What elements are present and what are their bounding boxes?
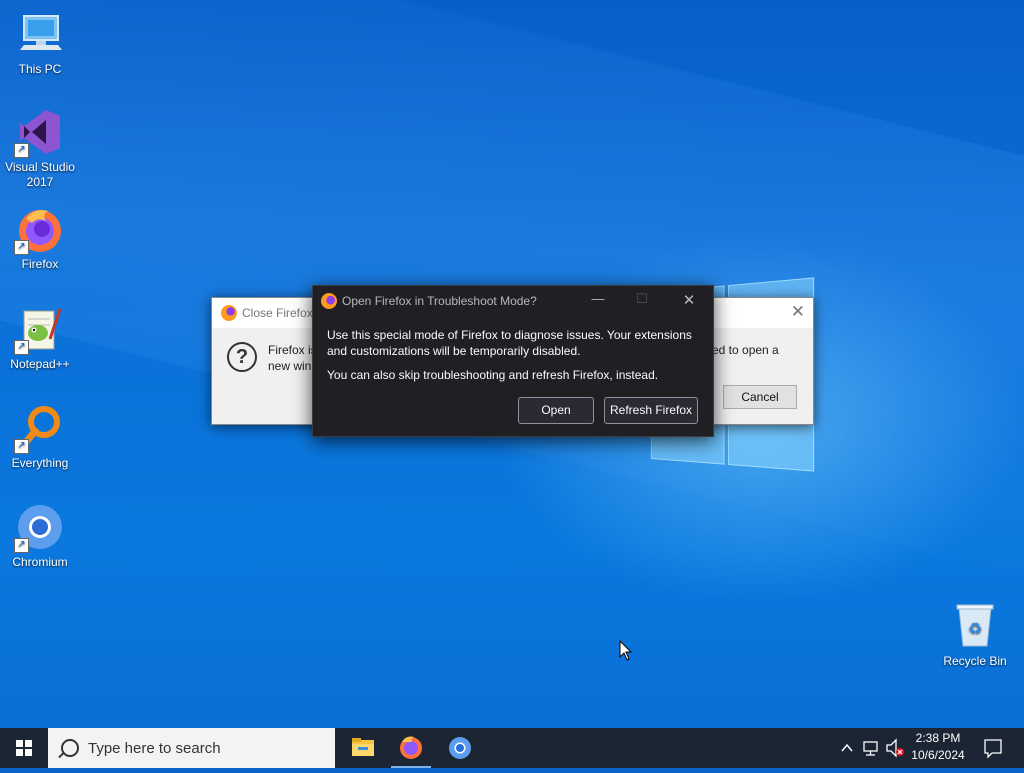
chromium-icon: ↗ <box>14 503 64 553</box>
dialog-message: Firefox is <box>268 343 317 357</box>
desktop-icon-label: Visual Studio 2017 <box>5 160 75 189</box>
desktop-icon-this-pc[interactable]: This PC <box>0 10 80 77</box>
notification-icon <box>984 739 1002 759</box>
volume-button[interactable] <box>884 728 906 768</box>
taskbar: Type here to search 2:38 PM 10/6/2024 <box>0 728 1024 768</box>
dialog-message: new win <box>268 359 312 373</box>
desktop-icon-label: Everything <box>11 456 69 470</box>
clock-date: 10/6/2024 <box>911 748 965 762</box>
shortcut-arrow-icon: ↗ <box>14 439 29 454</box>
desktop-icon-label: Recycle Bin <box>943 654 1007 668</box>
open-button[interactable]: Open <box>518 397 594 424</box>
troubleshoot-mode-dialog: Open Firefox in Troubleshoot Mode? — ☐ ✕… <box>312 285 714 437</box>
desktop-icon-everything[interactable]: ↗ Everything <box>0 404 80 471</box>
network-icon <box>863 741 878 756</box>
shortcut-arrow-icon: ↗ <box>14 340 29 355</box>
taskbar-firefox[interactable] <box>387 728 435 768</box>
desktop-icon-chromium[interactable]: ↗ Chromium <box>0 503 80 570</box>
action-center-button[interactable] <box>978 728 1008 768</box>
clock-time: 2:38 PM <box>915 731 961 745</box>
network-status-button[interactable] <box>860 728 882 768</box>
firefox-icon: ↗ <box>14 205 64 255</box>
cancel-button[interactable]: Cancel <box>723 385 797 409</box>
start-button[interactable] <box>0 728 48 768</box>
everything-icon: ↗ <box>14 404 64 454</box>
close-icon[interactable]: ✕ <box>791 302 805 322</box>
visual-studio-icon: ↗ <box>14 108 64 158</box>
shortcut-arrow-icon: ↗ <box>14 538 29 553</box>
desktop-icon-firefox[interactable]: ↗ Firefox <box>0 205 80 272</box>
desktop-icon-label: Notepad++ <box>10 357 70 371</box>
search-placeholder: Type here to search <box>88 740 221 757</box>
dialog-title: Close Firefox <box>242 306 313 320</box>
taskbar-file-explorer[interactable] <box>339 728 387 768</box>
dialog-title: Open Firefox in Troubleshoot Mode? <box>342 294 537 308</box>
refresh-firefox-button[interactable]: Refresh Firefox <box>604 397 698 424</box>
desktop-icon-notepadpp[interactable]: ↗ Notepad++ <box>0 305 80 372</box>
search-icon <box>61 739 79 757</box>
file-explorer-icon <box>352 738 374 756</box>
question-icon: ? <box>227 342 257 372</box>
chromium-icon <box>449 737 471 759</box>
svg-text:♻: ♻ <box>968 619 982 638</box>
minimize-button[interactable]: — <box>583 291 613 306</box>
shortcut-arrow-icon: ↗ <box>14 240 29 255</box>
close-button[interactable]: ✕ <box>674 291 704 309</box>
dialog-secondary-text: You can also skip troubleshooting and re… <box>327 368 659 382</box>
mouse-cursor-icon <box>619 640 633 661</box>
desktop-icon-visual-studio[interactable]: ↗ Visual Studio 2017 <box>0 108 80 190</box>
volume-muted-icon <box>886 738 904 758</box>
shortcut-arrow-icon: ↗ <box>14 143 29 158</box>
maximize-button[interactable]: ☐ <box>627 291 657 307</box>
firefox-icon <box>221 305 237 321</box>
firefox-icon <box>321 293 337 309</box>
desktop-icon-label: Firefox <box>21 257 59 271</box>
desktop-icon-recycle-bin[interactable]: ♻ Recycle Bin <box>935 602 1015 669</box>
show-hidden-icons-button[interactable] <box>838 728 856 768</box>
recycle-bin-icon: ♻ <box>951 602 999 650</box>
dialog-titlebar: Open Firefox in Troubleshoot Mode? — ☐ ✕ <box>313 286 713 314</box>
taskbar-clock[interactable]: 2:38 PM 10/6/2024 <box>905 730 971 764</box>
taskbar-search-box[interactable]: Type here to search <box>48 728 335 768</box>
chevron-up-icon <box>841 743 853 752</box>
dialog-description: Use this special mode of Firefox to diag… <box>327 328 692 358</box>
computer-icon <box>16 10 64 58</box>
desktop-icon-label: This PC <box>18 62 62 76</box>
firefox-icon <box>400 736 422 759</box>
notepadpp-icon: ↗ <box>14 305 64 355</box>
taskbar-chromium[interactable] <box>436 728 484 768</box>
dialog-message: sed to open a <box>706 343 779 357</box>
desktop-icon-label: Chromium <box>12 555 68 569</box>
